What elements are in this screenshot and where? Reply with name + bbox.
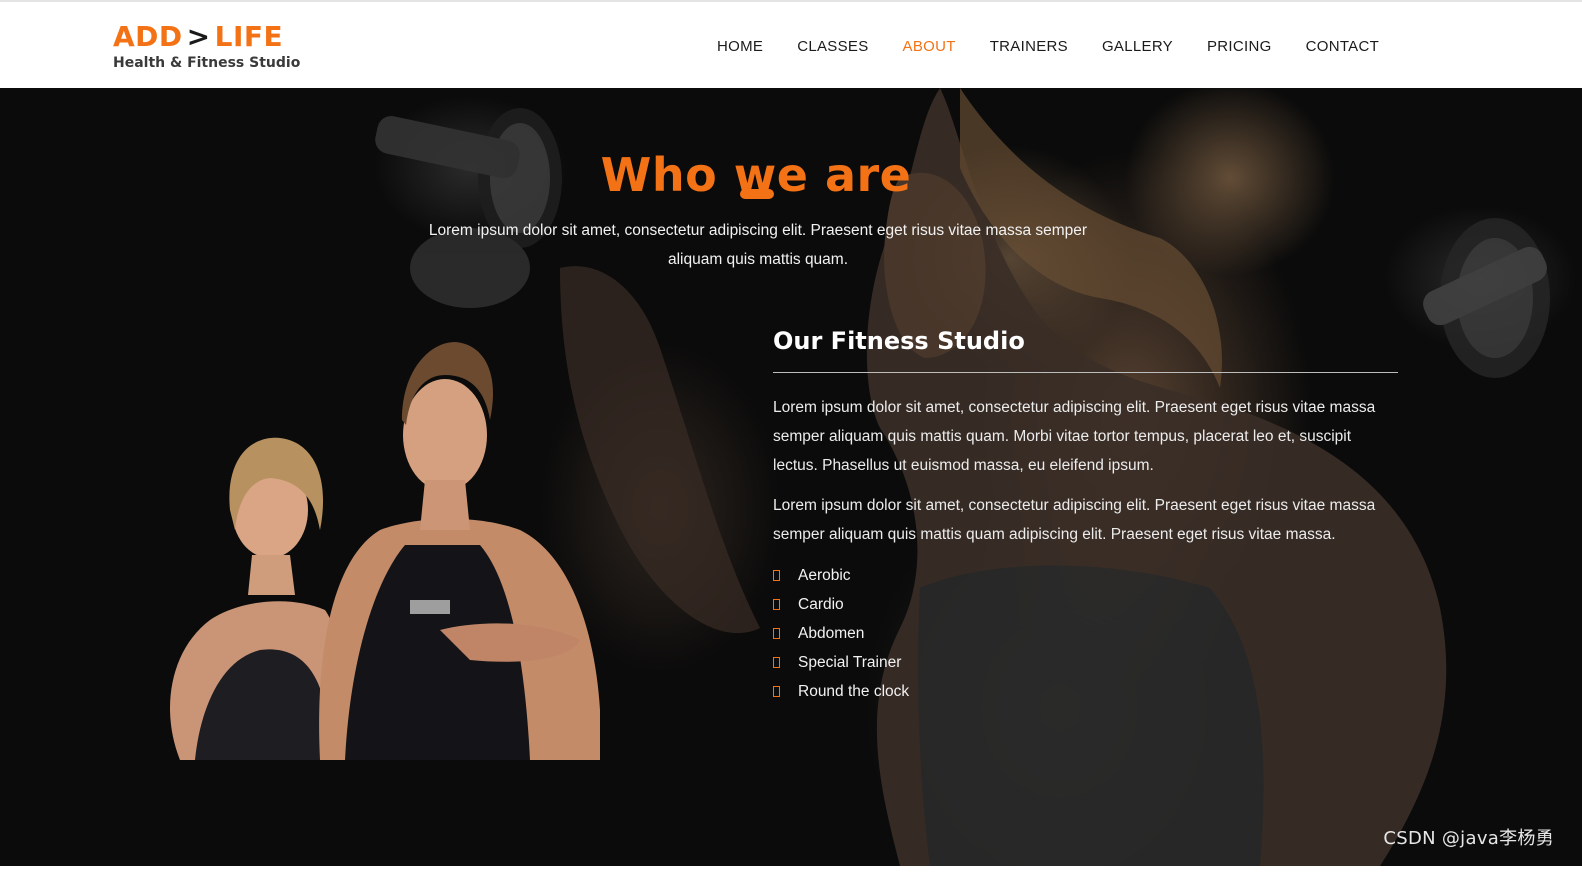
feature-label: Round the clock <box>798 682 910 700</box>
feature-item: Abdomen <box>773 619 1398 648</box>
title-underline <box>740 189 774 199</box>
site-logo[interactable]: ADD > LIFE Health & Fitness Studio <box>113 22 300 72</box>
trainer-woman-figure <box>170 437 342 760</box>
square-outline-icon <box>773 570 780 581</box>
nav-home[interactable]: HOME <box>717 38 763 56</box>
logo-arrow-icon: > <box>186 20 211 53</box>
feature-list: Aerobic Cardio Abdomen Special Trainer R… <box>773 561 1398 706</box>
studio-info: Our Fitness Studio Lorem ipsum dolor sit… <box>773 324 1398 706</box>
logo-tagline: Health & Fitness Studio <box>113 55 301 71</box>
logo-word-add: ADD <box>113 20 183 53</box>
studio-divider <box>773 372 1398 373</box>
square-outline-icon <box>773 599 780 610</box>
feature-item: Aerobic <box>773 561 1398 590</box>
trainer-man-figure <box>319 342 600 760</box>
nav-pricing[interactable]: PRICING <box>1207 38 1272 56</box>
logo-word-life: LIFE <box>214 20 284 53</box>
about-section: Who we are Lorem ipsum dolor sit amet, c… <box>0 88 1582 866</box>
studio-title: Our Fitness Studio <box>773 327 1025 355</box>
square-outline-icon <box>773 657 780 668</box>
bottom-strip <box>0 866 1582 884</box>
site-header: ADD > LIFE Health & Fitness Studio HOME CL… <box>0 2 1582 88</box>
feature-label: Abdomen <box>798 624 865 642</box>
main-nav: HOME CLASSES ABOUT TRAINERS GALLERY PRIC… <box>717 38 1413 56</box>
feature-item: Round the clock <box>773 677 1398 706</box>
nav-about[interactable]: ABOUT <box>903 38 956 56</box>
nav-trainers[interactable]: TRAINERS <box>990 38 1068 56</box>
feature-label: Special Trainer <box>798 653 902 671</box>
section-intro: Lorem ipsum dolor sit amet, consectetur … <box>428 222 1088 268</box>
feature-label: Aerobic <box>798 566 851 584</box>
feature-item: Special Trainer <box>773 648 1398 677</box>
square-outline-icon <box>773 686 780 697</box>
studio-paragraph-1: Lorem ipsum dolor sit amet, consectetur … <box>773 399 1376 474</box>
nav-gallery[interactable]: GALLERY <box>1102 38 1173 56</box>
feature-label: Cardio <box>798 595 844 613</box>
feature-item: Cardio <box>773 590 1398 619</box>
studio-paragraph-2: Lorem ipsum dolor sit amet, consectetur … <box>773 497 1376 543</box>
square-outline-icon <box>773 628 780 639</box>
nav-classes[interactable]: CLASSES <box>797 38 868 56</box>
watermark: CSDN @java李杨勇 <box>1383 828 1554 849</box>
logo-wordmark: ADD > LIFE <box>113 22 300 52</box>
trainers-photo <box>170 342 600 760</box>
nav-contact[interactable]: CONTACT <box>1306 38 1379 56</box>
